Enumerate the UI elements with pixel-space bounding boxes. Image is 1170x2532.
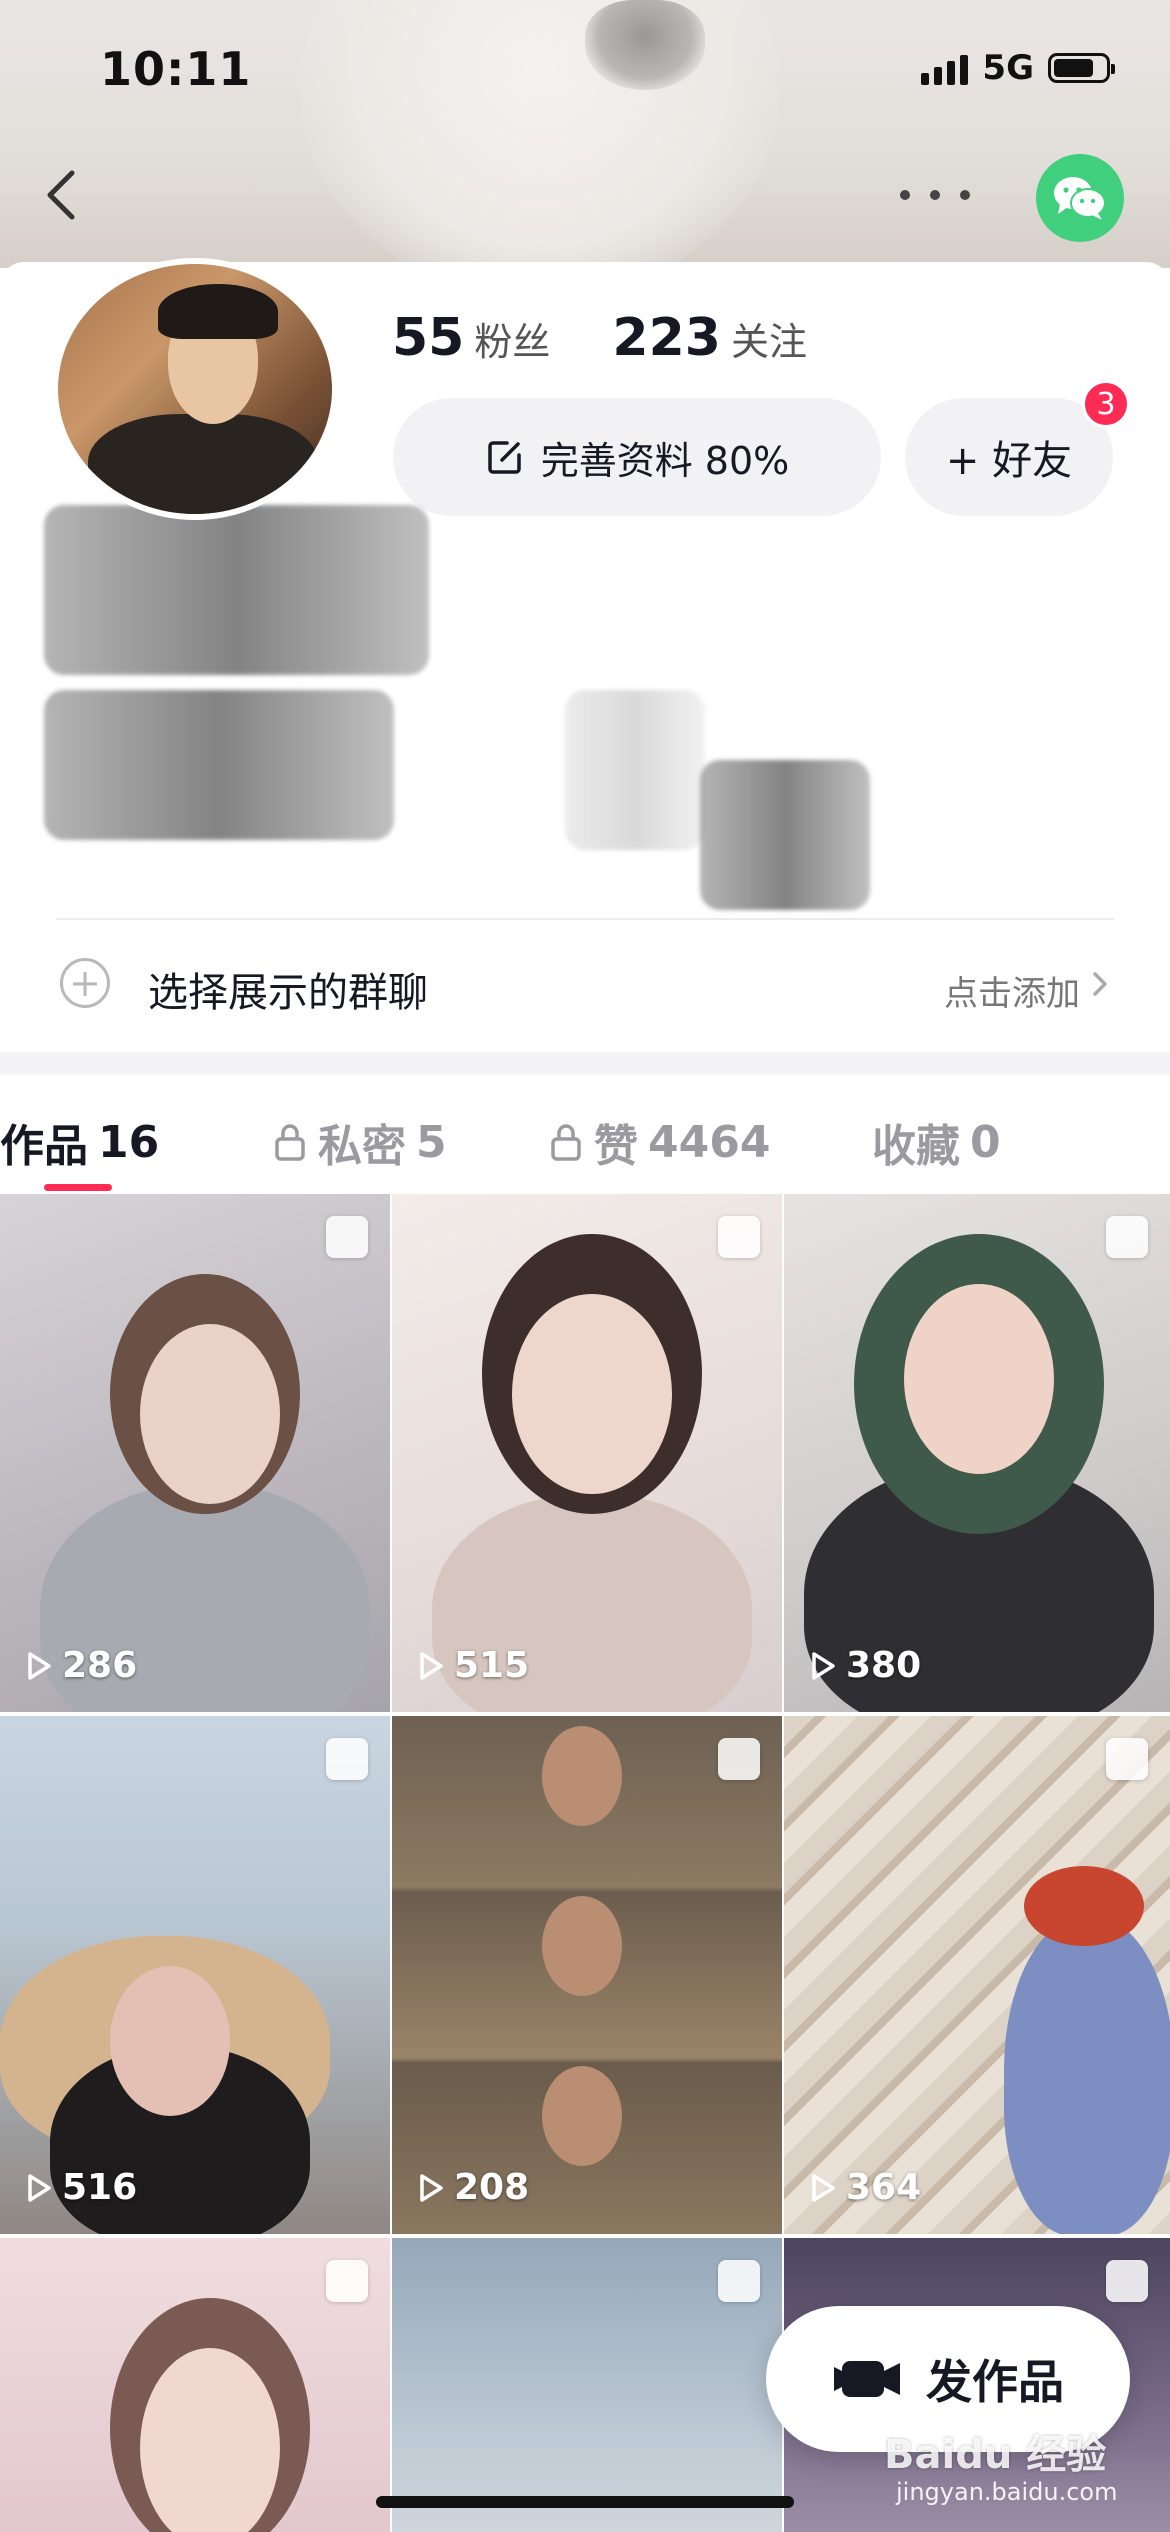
tab-works-count: 16 bbox=[98, 1116, 160, 1168]
cover-image-detail bbox=[585, 0, 705, 90]
status-time: 10:11 bbox=[100, 42, 252, 96]
add-friend-label: + 好友 bbox=[945, 438, 1073, 484]
chevron-right-icon bbox=[1093, 972, 1107, 996]
followers-count[interactable]: 55 bbox=[392, 308, 464, 368]
active-tab-indicator bbox=[44, 1184, 112, 1191]
video-tile[interactable] bbox=[392, 2238, 782, 2532]
add-circle-icon: + bbox=[60, 958, 110, 1008]
tab-works[interactable]: 作品 16 bbox=[0, 1110, 159, 1174]
play-icon bbox=[420, 1651, 443, 1680]
video-tile[interactable]: 380 bbox=[784, 1194, 1170, 1712]
select-checkbox[interactable] bbox=[718, 1738, 760, 1780]
video-tile[interactable]: 516 bbox=[0, 1716, 390, 2234]
play-icon bbox=[420, 2173, 443, 2202]
edit-icon bbox=[487, 441, 521, 474]
lock-icon bbox=[551, 1124, 581, 1161]
play-count-value: 380 bbox=[846, 1645, 922, 1686]
publish-label: 发作品 bbox=[926, 2355, 1064, 2409]
content-tabs: 作品 16 私密 5 赞 4464 收藏 0 bbox=[0, 1074, 1170, 1194]
tab-likes-count: 4464 bbox=[648, 1116, 771, 1168]
signal-icon bbox=[921, 51, 969, 85]
play-count-value: 364 bbox=[846, 2167, 922, 2208]
back-button[interactable] bbox=[40, 165, 84, 225]
profile-stats: 55 粉丝 223 关注 bbox=[392, 308, 869, 368]
edit-profile-button[interactable]: 完善资料 80% bbox=[393, 398, 881, 516]
lock-icon bbox=[275, 1124, 305, 1161]
play-count-value: 516 bbox=[62, 2167, 138, 2208]
select-checkbox[interactable] bbox=[326, 2260, 368, 2302]
select-checkbox[interactable] bbox=[1106, 1216, 1148, 1258]
section-gap bbox=[0, 1052, 1170, 1074]
redacted-nickname bbox=[44, 505, 429, 675]
ellipsis-icon bbox=[900, 190, 910, 200]
chevron-left-icon bbox=[47, 170, 75, 220]
play-count-value: 208 bbox=[454, 2167, 530, 2208]
profile-cover bbox=[0, 0, 1170, 268]
play-count: 208 bbox=[418, 2167, 529, 2208]
home-indicator[interactable] bbox=[376, 2496, 794, 2508]
play-count: 286 bbox=[26, 1645, 137, 1686]
watermark-url: jingyan.baidu.com bbox=[896, 2478, 1118, 2506]
play-count: 380 bbox=[810, 1645, 921, 1686]
network-label: 5G bbox=[982, 48, 1034, 88]
add-friend-button[interactable]: + 好友 bbox=[905, 398, 1113, 516]
more-button[interactable] bbox=[900, 185, 970, 205]
video-tile[interactable]: 286 bbox=[0, 1194, 390, 1712]
video-tile[interactable]: 364 bbox=[784, 1716, 1170, 2234]
select-checkbox[interactable] bbox=[718, 2260, 760, 2302]
following-count[interactable]: 223 bbox=[612, 308, 721, 368]
cover-image bbox=[300, 0, 780, 268]
tab-likes[interactable]: 赞 4464 bbox=[548, 1110, 770, 1174]
tab-favorites-label: 收藏 bbox=[872, 1121, 960, 1172]
status-icons: 5G bbox=[921, 48, 1115, 88]
play-icon bbox=[812, 2173, 835, 2202]
edit-profile-label: 完善资料 80% bbox=[540, 438, 790, 483]
video-tile[interactable]: 515 bbox=[392, 1194, 782, 1712]
group-chat-row[interactable]: + 选择展示的群聊 点击添加 bbox=[0, 920, 1170, 1050]
play-count: 364 bbox=[810, 2167, 921, 2208]
redacted-bio-detail bbox=[700, 760, 870, 910]
wechat-share-button[interactable] bbox=[1036, 154, 1124, 242]
avatar[interactable] bbox=[52, 258, 338, 520]
select-checkbox[interactable] bbox=[326, 1738, 368, 1780]
video-tile[interactable]: 208 bbox=[392, 1716, 782, 2234]
video-tile[interactable] bbox=[0, 2238, 390, 2532]
tab-private-count: 5 bbox=[416, 1116, 447, 1168]
play-count-value: 286 bbox=[62, 1645, 138, 1686]
play-icon bbox=[28, 2173, 51, 2202]
tab-favorites[interactable]: 收藏 0 bbox=[872, 1110, 1001, 1174]
play-icon bbox=[28, 1651, 51, 1680]
group-chat-add-link[interactable]: 点击添加 bbox=[944, 966, 1080, 1015]
battery-icon bbox=[1048, 53, 1115, 83]
play-count: 515 bbox=[418, 1645, 529, 1686]
watermark-brand: Baidu 经验 bbox=[884, 2432, 1107, 2478]
play-count-value: 515 bbox=[454, 1645, 530, 1686]
play-count: 516 bbox=[26, 2167, 137, 2208]
video-camera-icon bbox=[834, 2361, 900, 2397]
redacted-bio-detail bbox=[565, 690, 705, 850]
friend-request-badge: 3 bbox=[1082, 380, 1130, 428]
tab-works-label: 作品 bbox=[0, 1121, 88, 1172]
play-icon bbox=[812, 1651, 835, 1680]
select-checkbox[interactable] bbox=[1106, 2260, 1148, 2302]
redacted-bio bbox=[44, 690, 394, 840]
tab-favorites-count: 0 bbox=[970, 1116, 1001, 1168]
select-checkbox[interactable] bbox=[326, 1216, 368, 1258]
wechat-icon bbox=[1054, 177, 1106, 220]
group-chat-title: 选择展示的群聊 bbox=[148, 970, 428, 1016]
tab-private-label: 私密 bbox=[318, 1121, 406, 1172]
tab-private[interactable]: 私密 5 bbox=[272, 1110, 447, 1174]
select-checkbox[interactable] bbox=[718, 1216, 760, 1258]
select-checkbox[interactable] bbox=[1106, 1738, 1148, 1780]
tab-likes-label: 赞 bbox=[594, 1121, 638, 1172]
following-label[interactable]: 关注 bbox=[731, 311, 807, 366]
followers-label[interactable]: 粉丝 bbox=[474, 311, 550, 366]
